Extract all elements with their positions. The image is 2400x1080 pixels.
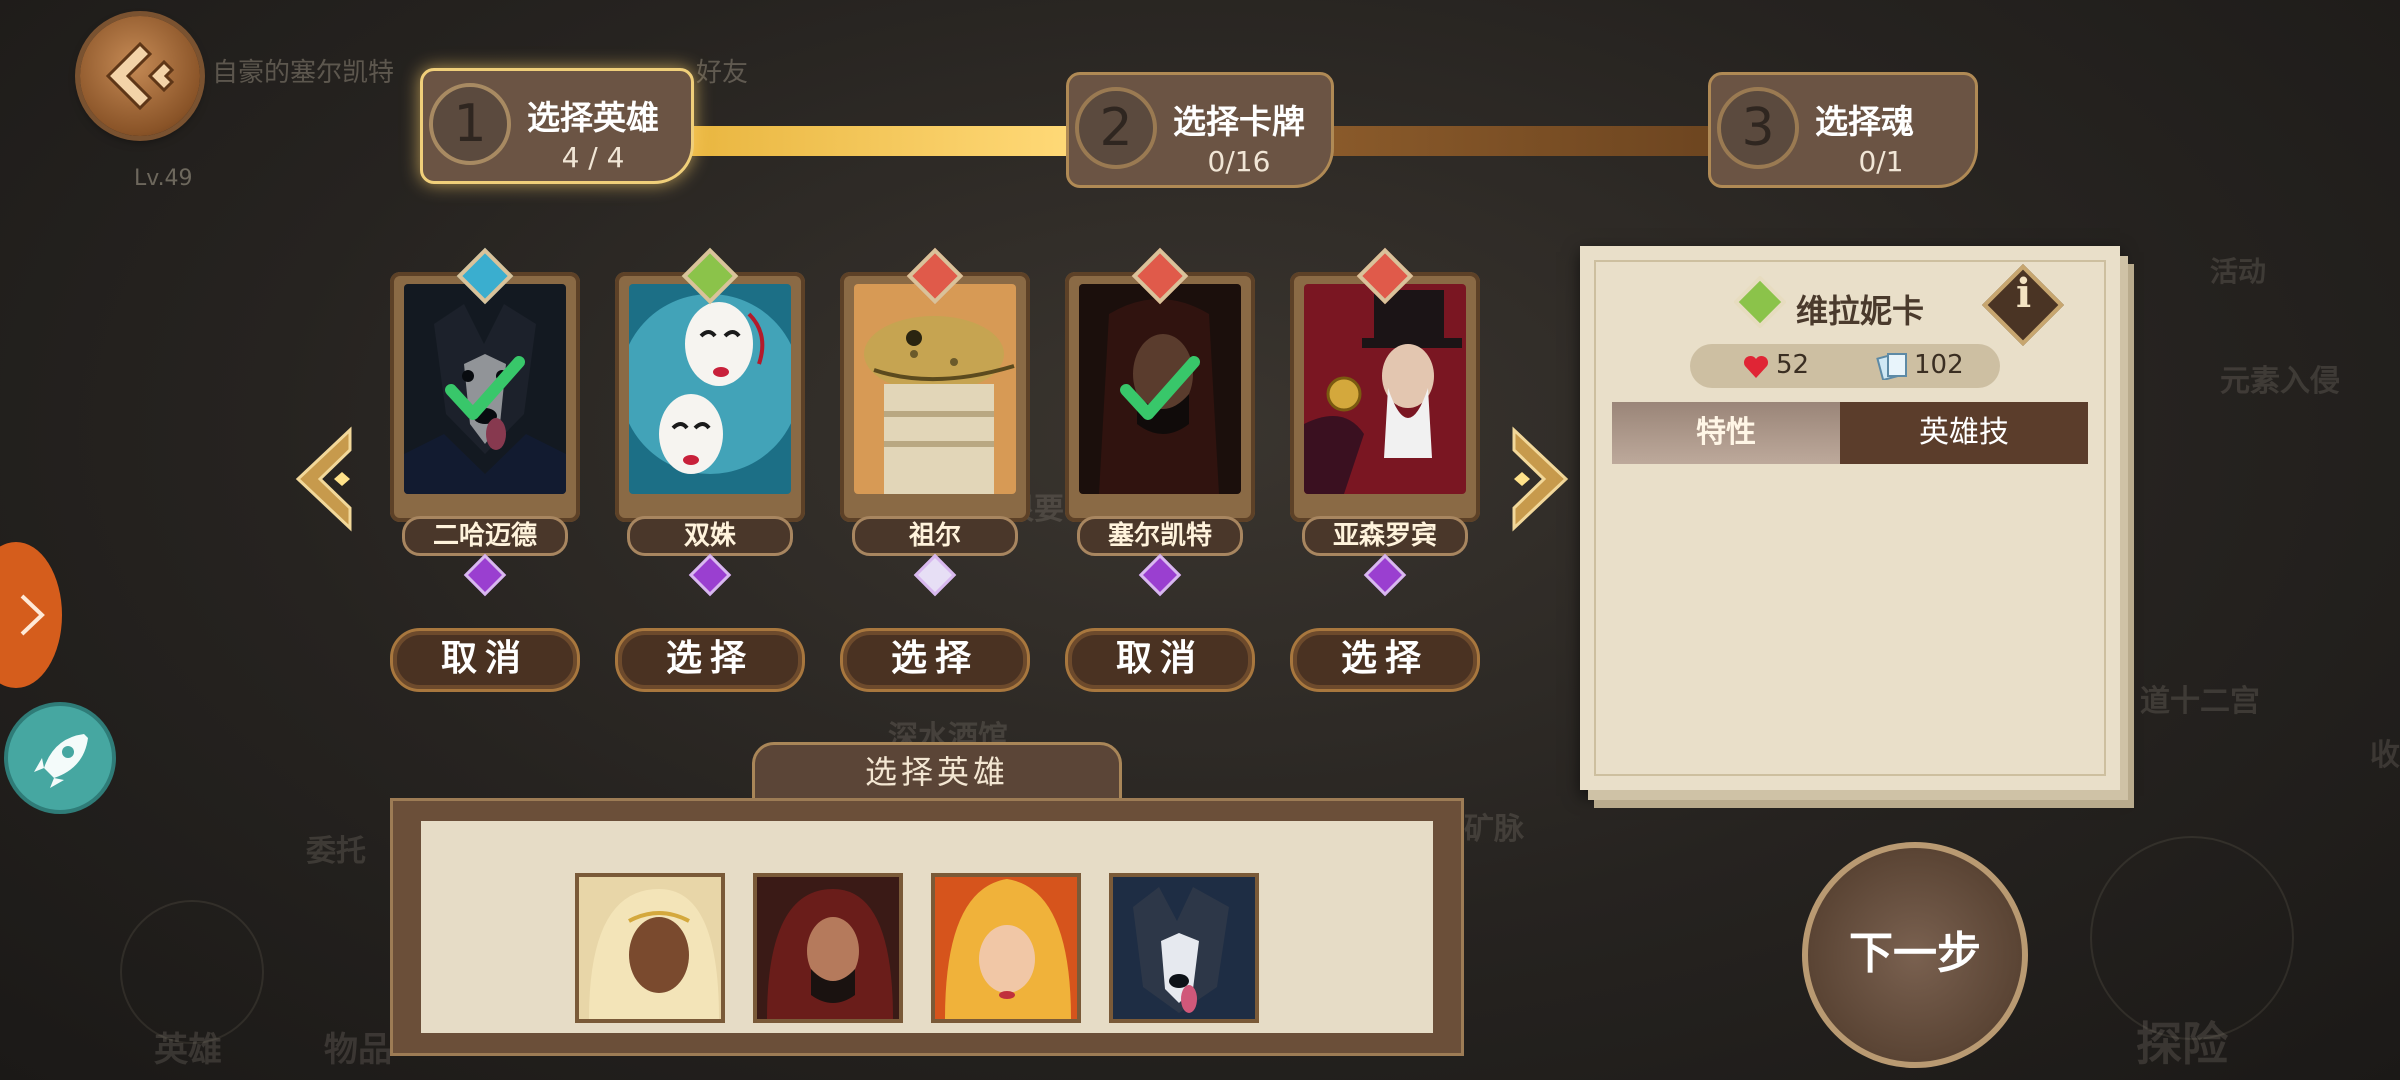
selected-heroes-tray [390, 798, 1464, 1056]
rarity-gem-icon [688, 553, 732, 597]
tab-hero-skill[interactable]: 英雄技 [1840, 402, 2088, 464]
hero-portrait [629, 284, 791, 494]
scroll-right-arrow-icon[interactable] [1504, 424, 1574, 534]
select-button-shuangshu[interactable]: 选择 [615, 628, 805, 692]
step-number: 3 [1717, 87, 1799, 169]
rocket-icon [34, 734, 88, 788]
side-expand-button[interactable] [0, 542, 62, 688]
husky-hero-portrait [1113, 877, 1255, 1019]
chevron-right-icon [20, 594, 45, 636]
selected-hero-slot-2[interactable] [753, 873, 903, 1023]
hero-portrait [1304, 284, 1466, 494]
hero-card-shuangshu[interactable]: 双姝 [615, 247, 805, 597]
step-select-soul[interactable]: 3 选择魂 0/1 [1708, 72, 1978, 188]
cards-value: 102 [1914, 350, 1964, 380]
heart-icon [1743, 355, 1769, 378]
step-count: 4 / 4 [561, 141, 625, 174]
progress-bar-2 [1330, 126, 1714, 156]
step-select-hero[interactable]: 1 选择英雄 4 / 4 [420, 68, 694, 184]
bg-label-items: 物品 [324, 1030, 392, 1070]
friend-label: 好友 [696, 58, 749, 88]
hero-name: 塞尔凯特 [1077, 516, 1243, 556]
lizard-portrait [854, 284, 1016, 494]
bg-label-mine: 矿脉 [1464, 812, 1524, 847]
blonde-hero-portrait [579, 877, 721, 1019]
rarity-gem-icon [463, 553, 507, 597]
rarity-gem-icon [1138, 553, 1182, 597]
selected-check-icon [1120, 356, 1200, 420]
bg-label-activity: 活动 [2210, 255, 2267, 288]
hero-name: 二哈迈德 [402, 516, 568, 556]
step-number: 2 [1075, 87, 1157, 169]
hp-value: 52 [1776, 350, 1810, 380]
cancel-button-erhamaide[interactable]: 取消 [390, 628, 580, 692]
hero-name: 祖尔 [852, 516, 1018, 556]
next-step-button[interactable]: 下一步 [1802, 842, 2028, 1068]
hero-info-panel: 维拉妮卡 i 52 102 特性 英雄技 [1580, 246, 2120, 790]
back-button[interactable] [80, 16, 200, 136]
bg-label-invasion: 元素入侵 [2220, 364, 2340, 399]
player-level: Lv.49 [134, 166, 193, 191]
player-name: 自豪的塞尔凯特 [212, 58, 395, 88]
bg-explore-emblem [2090, 836, 2294, 1040]
hero-card-zuer[interactable]: 祖尔 [840, 247, 1030, 597]
step-count: 0/1 [1858, 145, 1904, 178]
bg-label-commission: 委托 [306, 834, 366, 869]
hero-name: 双姝 [627, 516, 793, 556]
selected-check-icon [445, 356, 525, 420]
magician-portrait [1304, 284, 1466, 494]
rarity-gem-icon [913, 553, 957, 597]
step-title: 选择英雄 [527, 98, 659, 137]
scroll-left-arrow-icon[interactable] [290, 424, 360, 534]
select-button-yasenluobin[interactable]: 选择 [1290, 628, 1480, 692]
back-arrow-icon [105, 41, 175, 111]
step-count: 0/16 [1207, 145, 1271, 178]
hero-portrait [854, 284, 1016, 494]
bg-hero-emblem [120, 900, 264, 1044]
hero-card-serkaite[interactable]: 塞尔凯特 [1065, 247, 1255, 597]
cards-icon [1876, 352, 1907, 380]
cancel-button-serkaite[interactable]: 取消 [1065, 628, 1255, 692]
info-icon: i [2016, 270, 2032, 317]
select-button-zuer[interactable]: 选择 [840, 628, 1030, 692]
masks-portrait [629, 284, 791, 494]
hero-card-erhamaide[interactable]: 二哈迈德 [390, 247, 580, 597]
rarity-gem-icon [1363, 553, 1407, 597]
tab-traits[interactable]: 特性 [1612, 402, 1840, 464]
bg-label-collect: 收 [2370, 738, 2400, 773]
hero-card-yasenluobin[interactable]: 亚森罗宾 [1290, 247, 1480, 597]
tray-paper [421, 821, 1433, 1033]
selected-heroes-label: 选择英雄 [752, 742, 1122, 802]
step-title: 选择魂 [1815, 102, 1914, 141]
selected-hero-slot-3[interactable] [931, 873, 1081, 1023]
hero-name: 亚森罗宾 [1302, 516, 1468, 556]
selected-hero-slot-4[interactable] [1109, 873, 1259, 1023]
fire-hero-portrait [935, 877, 1077, 1019]
step-number: 1 [429, 83, 511, 165]
red-hair-hero-portrait [757, 877, 899, 1019]
selected-hero-slot-1[interactable] [575, 873, 725, 1023]
rocket-button[interactable] [4, 702, 116, 814]
step-select-cards[interactable]: 2 选择卡牌 0/16 [1066, 72, 1334, 188]
element-gem-icon [1734, 276, 1786, 328]
hero-name: 维拉妮卡 [1796, 292, 1925, 330]
progress-bar-1 [690, 126, 1070, 156]
step-title: 选择卡牌 [1173, 102, 1305, 141]
bg-label-zodiac: 道十二宫 [2140, 684, 2260, 719]
